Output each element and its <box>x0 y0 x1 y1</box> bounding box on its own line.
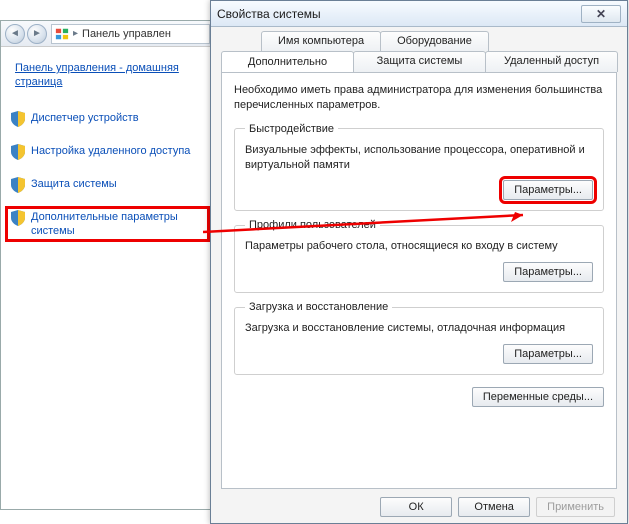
group-description: Загрузка и восстановление системы, отлад… <box>245 321 593 336</box>
dialog-body: Имя компьютера Оборудование Дополнительн… <box>211 27 627 523</box>
tabs-row-bottom: Дополнительно Защита системы Удаленный д… <box>221 51 617 72</box>
tab-panel-advanced: Необходимо иметь права администратора дл… <box>221 72 617 489</box>
sidebar-item-label: Защита системы <box>31 177 117 191</box>
sidebar-item-system-protection[interactable]: Защита системы <box>7 175 208 195</box>
chevron-left-icon: ◄ <box>10 28 20 39</box>
group-description: Визуальные эффекты, использование процес… <box>245 143 593 173</box>
environment-variables-button[interactable]: Переменные среды... <box>472 387 604 407</box>
tab-remote[interactable]: Удаленный доступ <box>485 51 618 72</box>
control-panel-window: ◄ ► ▸ Панель управлен Панель управления … <box>0 20 215 510</box>
group-startup-recovery: Загрузка и восстановление Загрузка и вос… <box>234 301 604 375</box>
nav-buttons: ◄ ► <box>5 24 47 44</box>
group-legend: Загрузка и восстановление <box>245 301 392 313</box>
admin-note: Необходимо иметь права администратора дл… <box>234 83 604 113</box>
chevron-right-icon: ► <box>32 28 42 39</box>
tab-advanced[interactable]: Дополнительно <box>221 51 354 72</box>
breadcrumb[interactable]: ▸ Панель управлен <box>51 24 210 44</box>
system-icon <box>55 27 69 41</box>
dialog-title: Свойства системы <box>217 7 321 21</box>
shield-icon <box>11 111 25 127</box>
ok-button[interactable]: ОК <box>380 497 452 517</box>
tab-hardware[interactable]: Оборудование <box>380 31 489 51</box>
group-performance: Быстродействие Визуальные эффекты, испол… <box>234 123 604 212</box>
chevron-right-icon: ▸ <box>73 28 78 39</box>
breadcrumb-text: Панель управлен <box>82 28 171 40</box>
sidebar: Панель управления - домашняя страница Ди… <box>1 47 214 509</box>
sidebar-item-advanced-settings[interactable]: Дополнительные параметры системы <box>7 208 208 241</box>
cancel-button[interactable]: Отмена <box>458 497 530 517</box>
nav-back-button[interactable]: ◄ <box>5 24 25 44</box>
profiles-settings-button[interactable]: Параметры... <box>503 262 593 282</box>
group-user-profiles: Профили пользователей Параметры рабочего… <box>234 219 604 293</box>
dialog-titlebar: Свойства системы ✕ <box>211 1 627 27</box>
group-legend: Быстродействие <box>245 123 338 135</box>
home-link[interactable]: Панель управления - домашняя страница <box>7 61 208 96</box>
close-icon: ✕ <box>596 7 606 21</box>
group-description: Параметры рабочего стола, относящиеся ко… <box>245 239 593 254</box>
dialog-footer: ОК Отмена Применить <box>221 489 617 517</box>
sidebar-item-label: Дополнительные параметры системы <box>31 210 206 239</box>
group-legend: Профили пользователей <box>245 219 380 231</box>
sidebar-item-label: Настройка удаленного доступа <box>31 144 190 158</box>
nav-forward-button[interactable]: ► <box>27 24 47 44</box>
startup-settings-button[interactable]: Параметры... <box>503 344 593 364</box>
sidebar-item-device-manager[interactable]: Диспетчер устройств <box>7 109 208 129</box>
system-properties-dialog: Свойства системы ✕ Имя компьютера Оборуд… <box>210 0 628 524</box>
performance-settings-button[interactable]: Параметры... <box>503 180 593 200</box>
tab-system-protection[interactable]: Защита системы <box>353 51 486 72</box>
back-titlebar: ◄ ► ▸ Панель управлен <box>1 21 214 47</box>
sidebar-item-remote-settings[interactable]: Настройка удаленного доступа <box>7 142 208 162</box>
shield-icon <box>11 144 25 160</box>
apply-button[interactable]: Применить <box>536 497 615 517</box>
shield-icon <box>11 177 25 193</box>
tab-computer-name[interactable]: Имя компьютера <box>261 31 381 51</box>
tabs-row-top: Имя компьютера Оборудование <box>261 31 617 51</box>
close-button[interactable]: ✕ <box>581 5 621 23</box>
shield-icon <box>11 210 25 226</box>
sidebar-item-label: Диспетчер устройств <box>31 111 139 125</box>
